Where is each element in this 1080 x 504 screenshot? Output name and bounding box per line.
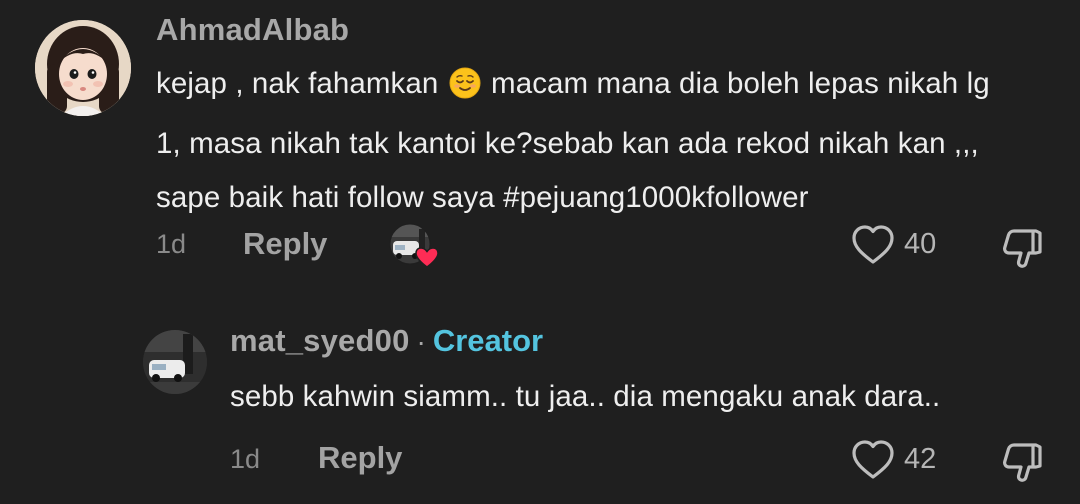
comment-timestamp: 1d (156, 229, 187, 259)
reply-button[interactable]: Reply (318, 440, 402, 476)
comment-line-1: sebb kahwin siamm.. tu jaa.. dia mengaku… (230, 380, 941, 413)
reply-button[interactable]: Reply (243, 226, 327, 262)
like-button[interactable]: 42 (850, 438, 936, 480)
like-count: 40 (904, 227, 937, 260)
heart-filled-icon (415, 247, 439, 268)
dislike-button[interactable] (1000, 440, 1046, 489)
username-separator: · (416, 326, 426, 357)
comment-text: sebb kahwin siamm.. tu jaa.. dia mengaku… (230, 370, 940, 424)
creator-liked-indicator (389, 223, 441, 269)
comment-line-3: sape baik hati follow saya #pejuang1000k… (156, 181, 809, 214)
thumbs-down-outline-icon (1003, 443, 1042, 482)
creator-avatar-thumb (389, 223, 439, 268)
avatar-mat-syed00[interactable] (143, 330, 207, 394)
heart-outline-icon (852, 440, 894, 479)
comment-username[interactable]: mat_syed00 (230, 323, 410, 359)
comment-text-part: macam mana dia boleh lepas nikah lg (482, 67, 990, 100)
creator-badge: Creator (432, 323, 544, 358)
like-count: 42 (904, 442, 937, 475)
heart-outline-icon (852, 225, 894, 264)
dislike-button[interactable] (1000, 226, 1046, 275)
thumbs-down-outline-icon (1003, 229, 1042, 268)
comment-timestamp: 1d (230, 444, 261, 474)
reply-username-line: mat_syed00 · Creator (230, 323, 543, 359)
comment-text-part: kejap , nak fahamkan (156, 67, 447, 100)
comment-line-1: kejap , nak fahamkan macam mana dia bole… (156, 57, 990, 117)
avatar-ahmadalbab[interactable] (35, 20, 131, 116)
avatar-image (35, 20, 131, 116)
comment-text: kejap , nak fahamkan macam mana dia bole… (156, 57, 990, 225)
comment-username[interactable]: AhmadAlbab (156, 12, 349, 48)
comment-line-2: 1, masa nikah tak kantoi ke?sebab kan ad… (156, 127, 979, 160)
avatar-image (143, 330, 207, 394)
like-button[interactable]: 40 (850, 223, 936, 265)
relieved-face-emoji (449, 63, 481, 117)
